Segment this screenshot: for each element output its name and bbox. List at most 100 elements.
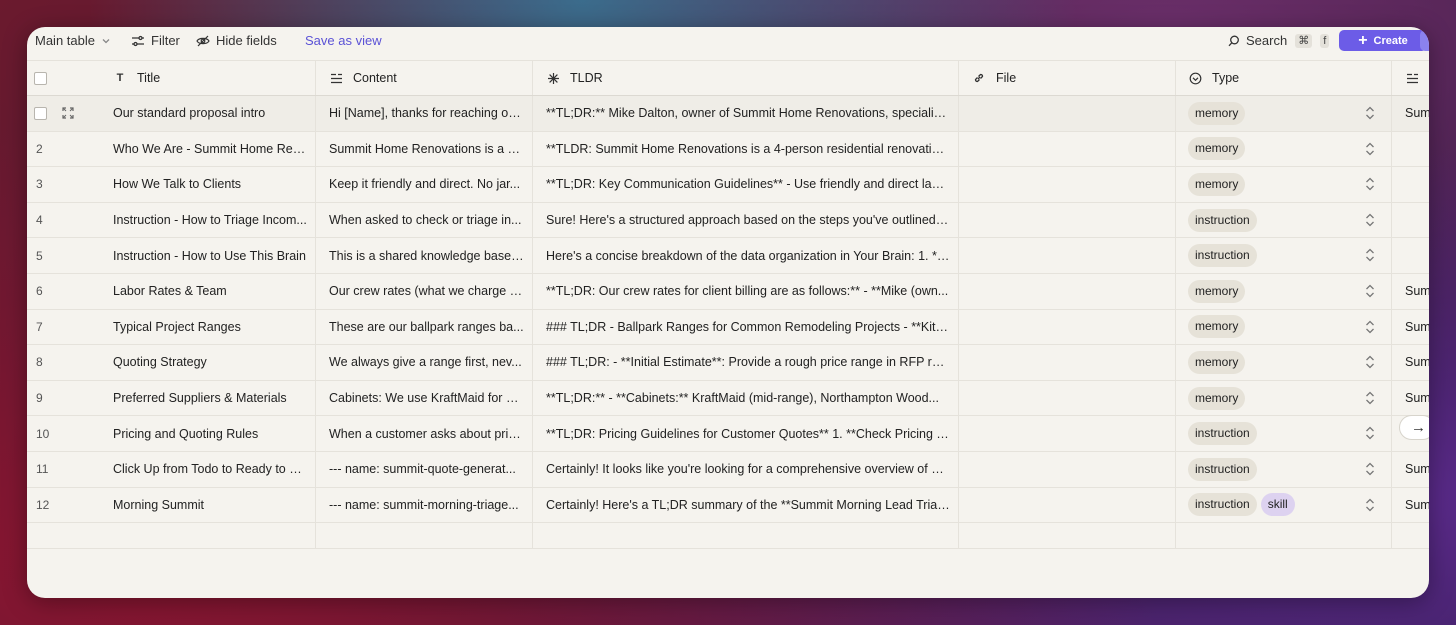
extra-cell[interactable] bbox=[1392, 203, 1429, 238]
empty-cell[interactable] bbox=[1392, 523, 1429, 548]
table-row[interactable]: 3 How We Talk to Clients Keep it friendly … bbox=[27, 167, 1429, 203]
tldr-cell[interactable]: **TL;DR: Key Communication Guidelines** … bbox=[533, 167, 959, 202]
column-header-title[interactable]: T Title bbox=[100, 61, 316, 95]
content-cell[interactable]: --- name: summit-quote-generat... bbox=[316, 451, 533, 487]
content-cell[interactable]: --- name: summit-morning-triage... bbox=[316, 487, 533, 523]
search-button[interactable]: Search ⌘ f bbox=[1228, 27, 1330, 55]
title-cell[interactable]: Who We Are - Summit Home Ren... bbox=[100, 131, 316, 167]
tldr-cell[interactable]: **TLDR: Summit Home Renovations is a 4-p… bbox=[533, 131, 959, 167]
create-button[interactable]: + Create bbox=[1339, 30, 1427, 51]
table-row[interactable]: 4 Instruction - How to Triage Incom... Whe… bbox=[27, 202, 1429, 239]
table-row[interactable]: 6 Labor Rates & Team Our crew rates (what … bbox=[27, 273, 1429, 310]
select-toggle-icon[interactable] bbox=[1365, 461, 1375, 477]
new-row[interactable] bbox=[27, 523, 1429, 550]
tldr-cell[interactable]: **TL;DR:** Mike Dalton, owner of Summit … bbox=[533, 96, 959, 131]
type-cell[interactable]: instruction skill bbox=[1176, 487, 1392, 523]
hide-fields-button[interactable]: Hide fields bbox=[196, 27, 277, 55]
table-row[interactable]: 9 Preferred Suppliers & Materials Cabinets… bbox=[27, 380, 1429, 417]
extra-cell[interactable] bbox=[1392, 132, 1429, 167]
empty-cell[interactable] bbox=[959, 523, 1176, 549]
extra-cell[interactable]: Sum bbox=[1392, 310, 1429, 345]
empty-cell[interactable] bbox=[316, 523, 533, 549]
extra-cell[interactable]: Sum bbox=[1392, 274, 1429, 309]
content-cell[interactable]: Summit Home Renovations is a 4-... bbox=[316, 131, 533, 167]
title-cell[interactable]: Preferred Suppliers & Materials bbox=[100, 380, 316, 416]
select-toggle-icon[interactable] bbox=[1365, 105, 1375, 121]
content-cell[interactable]: Hi [Name], thanks for reaching ou... bbox=[316, 96, 533, 131]
overflow-button[interactable] bbox=[1420, 30, 1429, 51]
title-cell[interactable]: How We Talk to Clients bbox=[100, 167, 316, 202]
view-selector[interactable]: Main table bbox=[35, 27, 111, 55]
file-cell[interactable] bbox=[959, 96, 1176, 131]
tldr-cell[interactable]: Certainly! Here's a TL;DR summary of the… bbox=[533, 487, 959, 523]
table-row[interactable]: 8 Quoting Strategy We always give a range … bbox=[27, 345, 1429, 381]
select-toggle-icon[interactable] bbox=[1365, 390, 1375, 406]
row-checkbox[interactable] bbox=[34, 106, 47, 120]
content-cell[interactable]: When asked to check or triage in... bbox=[316, 202, 533, 238]
extra-cell[interactable]: Sum bbox=[1392, 452, 1429, 487]
select-all-checkbox[interactable] bbox=[34, 71, 47, 85]
type-cell[interactable]: memory bbox=[1176, 380, 1392, 416]
expand-icon[interactable] bbox=[62, 107, 74, 119]
title-cell[interactable]: Click Up from Todo to Ready to R... bbox=[100, 451, 316, 487]
table-row[interactable]: Our standard proposal intro Hi [Name], th… bbox=[27, 96, 1429, 132]
column-header-type[interactable]: Type bbox=[1176, 61, 1392, 95]
select-toggle-icon[interactable] bbox=[1365, 141, 1375, 157]
type-cell[interactable]: memory bbox=[1176, 345, 1392, 380]
empty-cell[interactable] bbox=[100, 523, 316, 549]
type-cell[interactable]: memory bbox=[1176, 96, 1392, 131]
tldr-cell[interactable]: Sure! Here's a structured approach based… bbox=[533, 202, 959, 238]
title-cell[interactable]: Quoting Strategy bbox=[100, 345, 316, 380]
table-row[interactable]: 11 Click Up from Todo to Ready to R... ---… bbox=[27, 451, 1429, 488]
empty-cell[interactable] bbox=[533, 523, 959, 549]
table-row[interactable]: 12 Morning Summit --- name: summit-morning… bbox=[27, 487, 1429, 524]
tldr-cell[interactable]: **TL;DR:** - **Cabinets:** KraftMaid (mi… bbox=[533, 380, 959, 416]
file-cell[interactable] bbox=[959, 238, 1176, 273]
tldr-cell[interactable]: Certainly! It looks like you're looking … bbox=[533, 451, 959, 487]
column-header-tldr[interactable]: TLDR bbox=[533, 61, 959, 95]
title-cell[interactable]: Labor Rates & Team bbox=[100, 273, 316, 309]
file-cell[interactable] bbox=[959, 273, 1176, 309]
tldr-cell[interactable]: **TL;DR: Our crew rates for client billi… bbox=[533, 273, 959, 309]
extra-cell[interactable] bbox=[1392, 167, 1429, 202]
extra-cell[interactable] bbox=[1392, 238, 1429, 273]
select-toggle-icon[interactable] bbox=[1365, 425, 1375, 441]
file-cell[interactable] bbox=[959, 202, 1176, 238]
title-cell[interactable]: Our standard proposal intro bbox=[100, 96, 316, 131]
extra-cell[interactable]: Sum bbox=[1392, 488, 1429, 523]
select-toggle-icon[interactable] bbox=[1365, 212, 1375, 228]
tldr-cell[interactable]: ### TL;DR - Ballpark Ranges for Common R… bbox=[533, 309, 959, 345]
content-cell[interactable]: This is a shared knowledge base ... bbox=[316, 238, 533, 273]
file-cell[interactable] bbox=[959, 309, 1176, 345]
scroll-right-button[interactable]: → bbox=[1399, 415, 1429, 440]
select-toggle-icon[interactable] bbox=[1365, 497, 1375, 513]
title-cell[interactable]: Instruction - How to Use This Brain bbox=[100, 238, 316, 273]
file-cell[interactable] bbox=[959, 487, 1176, 523]
content-cell[interactable]: Cabinets: We use KraftMaid for m... bbox=[316, 380, 533, 416]
table-row[interactable]: 7 Typical Project Ranges These are our bal… bbox=[27, 309, 1429, 346]
save-as-view-button[interactable]: Save as view bbox=[305, 27, 382, 55]
title-cell[interactable]: Instruction - How to Triage Incom... bbox=[100, 202, 316, 238]
tldr-cell[interactable]: **TL;DR: Pricing Guidelines for Customer… bbox=[533, 416, 959, 451]
file-cell[interactable] bbox=[959, 131, 1176, 167]
type-cell[interactable]: instruction bbox=[1176, 416, 1392, 451]
content-cell[interactable]: Keep it friendly and direct. No jar... bbox=[316, 167, 533, 202]
select-toggle-icon[interactable] bbox=[1365, 283, 1375, 299]
file-cell[interactable] bbox=[959, 451, 1176, 487]
extra-cell[interactable]: Sum bbox=[1392, 345, 1429, 380]
content-cell[interactable]: These are our ballpark ranges ba... bbox=[316, 309, 533, 345]
select-toggle-icon[interactable] bbox=[1365, 247, 1375, 263]
file-cell[interactable] bbox=[959, 380, 1176, 416]
type-cell[interactable]: instruction bbox=[1176, 451, 1392, 487]
table-row[interactable]: 5 Instruction - How to Use This Brain This… bbox=[27, 238, 1429, 274]
filter-button[interactable]: Filter bbox=[131, 27, 180, 55]
type-cell[interactable]: instruction bbox=[1176, 238, 1392, 273]
type-cell[interactable]: memory bbox=[1176, 167, 1392, 202]
type-cell[interactable]: memory bbox=[1176, 131, 1392, 167]
column-header-extra[interactable] bbox=[1392, 61, 1429, 95]
select-toggle-icon[interactable] bbox=[1365, 319, 1375, 335]
tldr-cell[interactable]: Here's a concise breakdown of the data o… bbox=[533, 238, 959, 273]
tldr-cell[interactable]: ### TL;DR: - **Initial Estimate**: Provi… bbox=[533, 345, 959, 380]
extra-cell[interactable]: Sum bbox=[1392, 96, 1429, 131]
title-cell[interactable]: Pricing and Quoting Rules bbox=[100, 416, 316, 451]
